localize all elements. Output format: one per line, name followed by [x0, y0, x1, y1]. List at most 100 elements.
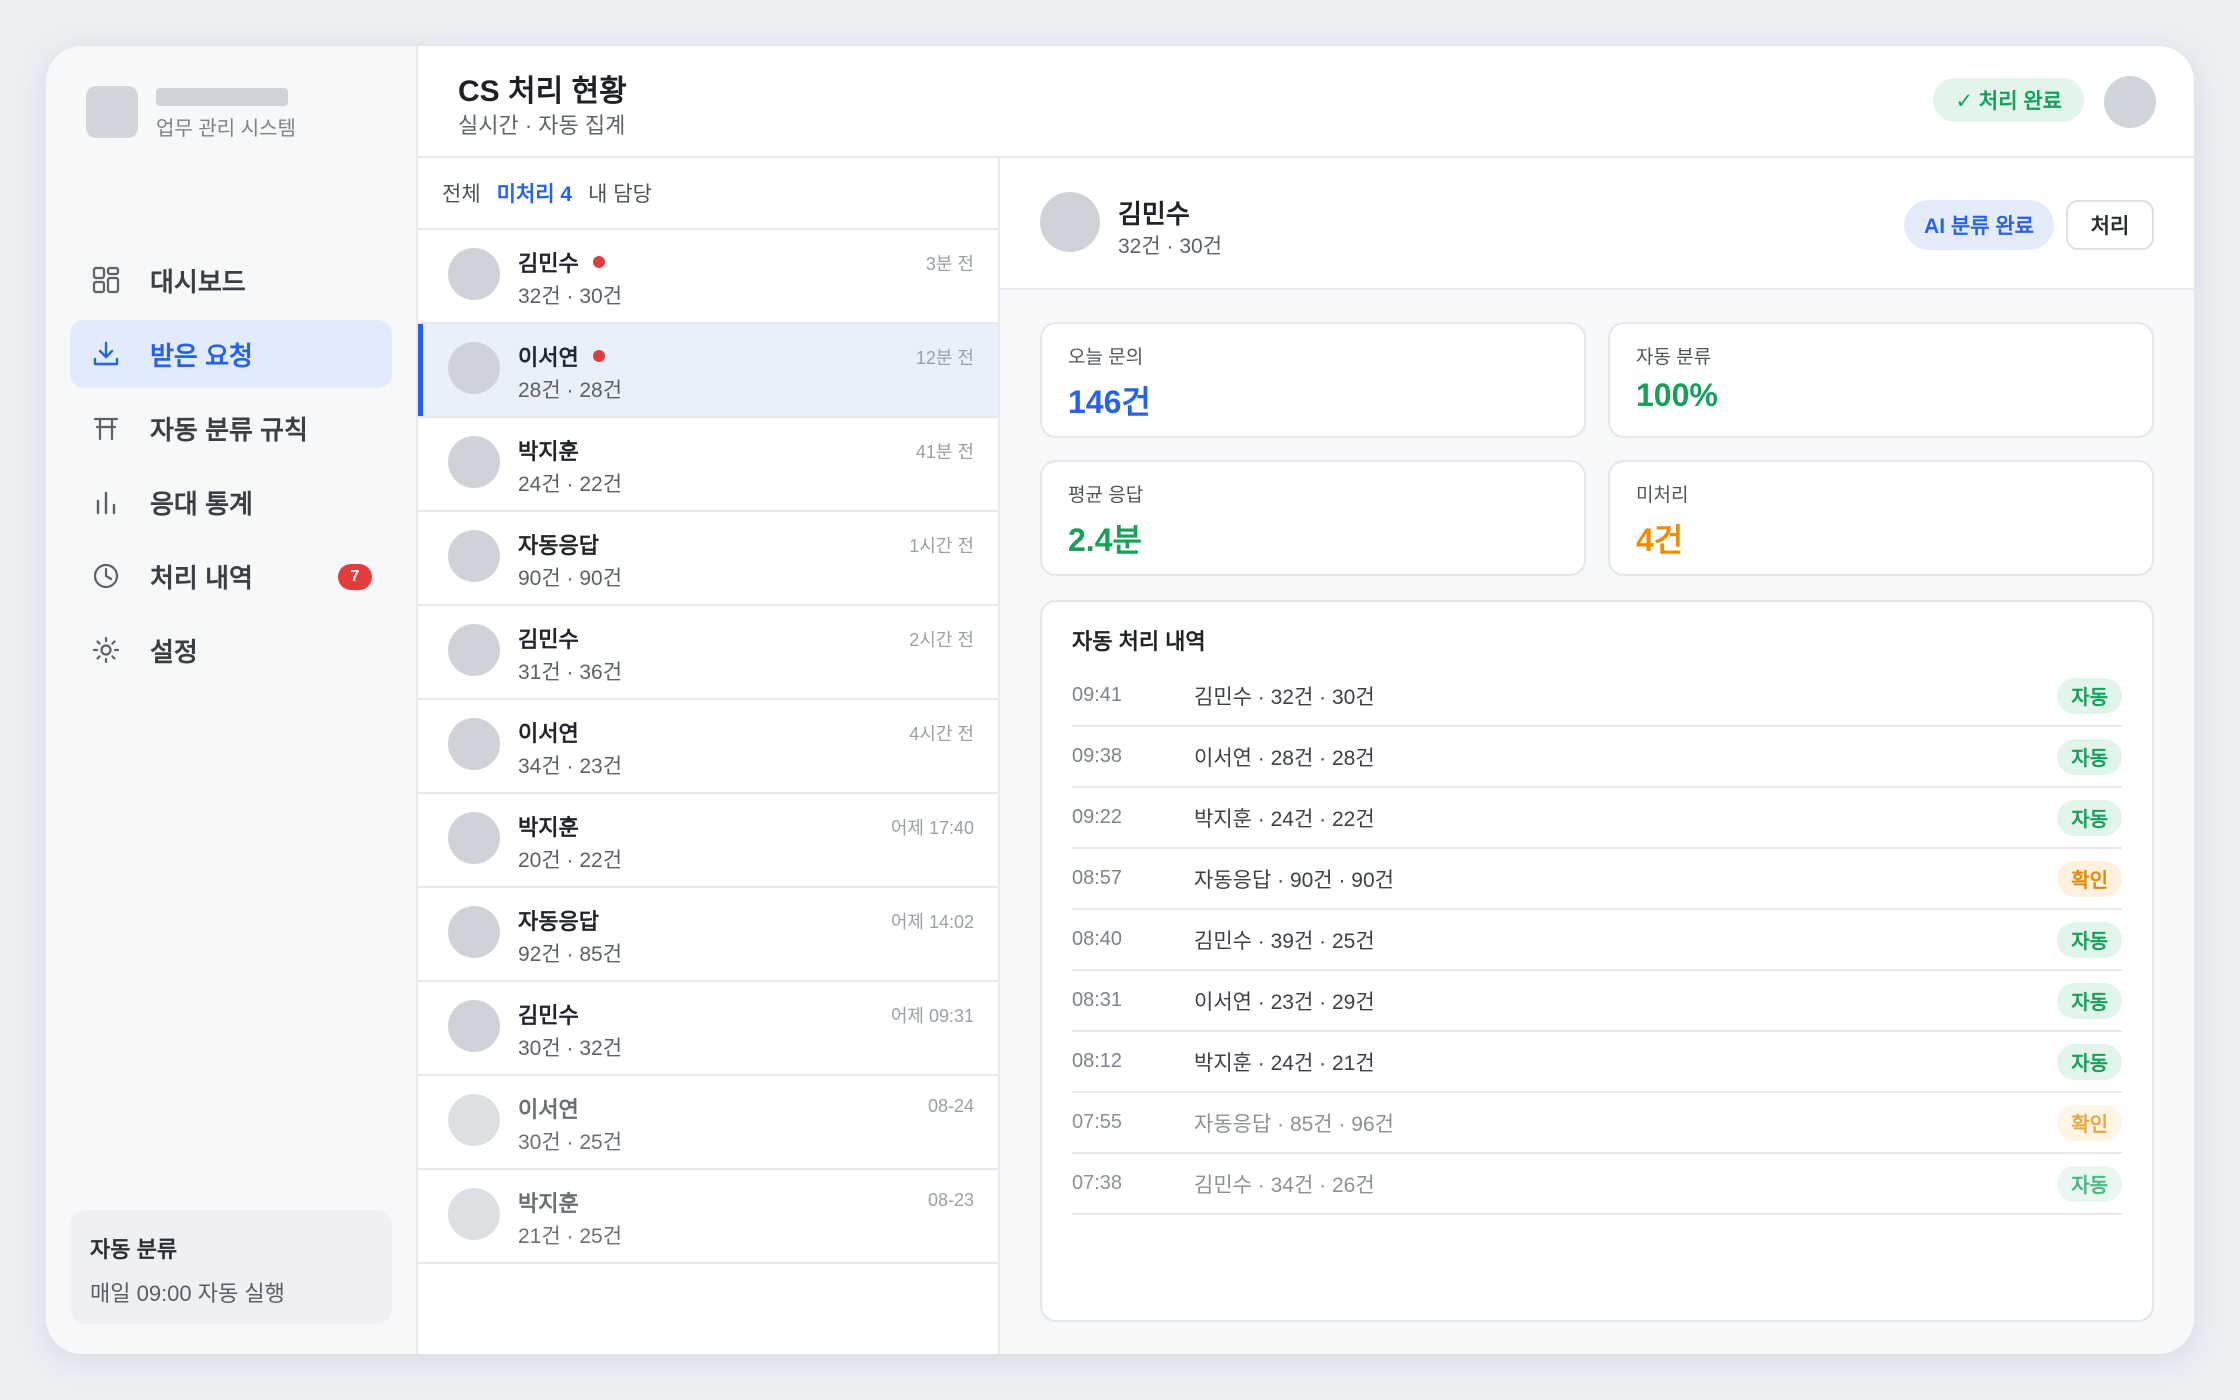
sidebar-item-history[interactable]: 처리 내역 7 — [70, 542, 392, 610]
list-item-meta: 24건 · 22건 — [518, 473, 623, 496]
rules-table-icon — [90, 412, 122, 444]
sidebar-item-label: 자동 분류 규칙 — [150, 414, 308, 445]
log-text: 김민수 · 34건 · 26건 — [1194, 1173, 1375, 1197]
sidebar-nav: 대시보드 받은 요청 자동 분류 규칙 응대 통계 처리 내역 7 설정 — [70, 246, 392, 690]
avatar — [448, 718, 500, 770]
filter-tab-mine[interactable]: 내 담당 — [588, 178, 652, 208]
log-text: 김민수 · 39건 · 25건 — [1194, 929, 1375, 953]
list-item[interactable]: 박지훈 21건 · 25건 08-23 — [418, 1170, 998, 1264]
log-text: 이서연 · 23건 · 29건 — [1194, 990, 1375, 1014]
stat-card-avg-response: 평균 응답 2.4분 — [1040, 460, 1586, 576]
list-item-name: 박지훈 — [518, 815, 579, 840]
history-count-badge: 7 — [338, 564, 372, 590]
stat-value: 100% — [1636, 377, 1718, 413]
log-row: 07:55 자동응답 · 85건 · 96건 확인 — [1072, 1093, 2122, 1154]
list-item-name-wrap: 이서연 — [518, 340, 605, 372]
log-text: 박지훈 · 24건 · 22건 — [1194, 807, 1375, 831]
filter-tab-unprocessed[interactable]: 미처리 4 — [497, 178, 572, 208]
log-row: 07:38 김민수 · 34건 · 26건 자동 — [1072, 1154, 2122, 1215]
list-item-meta: 31건 · 36건 — [518, 661, 623, 684]
stat-label: 자동 분류 — [1636, 347, 1712, 368]
status-badge: ✓ 처리 완료 — [1933, 78, 2084, 122]
log-time: 07:38 — [1072, 1172, 1123, 1194]
list-item-time: 08-23 — [927, 1190, 974, 1210]
avatar — [448, 248, 500, 300]
list-item-name: 박지훈 — [518, 1191, 579, 1216]
list-item-name-wrap: 박지훈 — [518, 434, 579, 466]
list-item-time: 08-24 — [927, 1096, 974, 1116]
sidebar-item-stats[interactable]: 응대 통계 — [70, 468, 392, 536]
list-item-time: 2시간 전 — [909, 630, 974, 650]
filter-tabs: 전체 미처리 4 내 담당 — [418, 158, 998, 230]
process-button[interactable]: 처리 — [2066, 200, 2154, 250]
list-item-name: 김민수 — [518, 1003, 579, 1028]
list-item-meta: 32건 · 30건 — [518, 285, 623, 308]
stats-grid: 오늘 문의 146건 자동 분류 100% 평균 응답 2.4분 미처리 4건 — [1000, 290, 2194, 576]
list-item-name-wrap: 박지훈 — [518, 810, 579, 842]
list-item-meta: 30건 · 32건 — [518, 1037, 623, 1060]
list-item[interactable]: 이서연 30건 · 25건 08-24 — [418, 1076, 998, 1170]
ai-classified-badge: AI 분류 완료 — [1904, 200, 2054, 250]
list-item[interactable]: 박지훈 20건 · 22건 어제 17:40 — [418, 794, 998, 888]
stat-value: 146건 — [1068, 384, 1151, 420]
log-row: 08:40 김민수 · 39건 · 25건 자동 — [1072, 910, 2122, 971]
filter-tab-all[interactable]: 전체 — [442, 178, 481, 208]
log-text: 자동응답 · 90건 · 90건 — [1194, 868, 1394, 892]
customer-name: 김민수 — [1118, 199, 1190, 229]
list-item[interactable]: 자동응답 90건 · 90건 1시간 전 — [418, 512, 998, 606]
list-item[interactable]: 이서연 28건 · 28건 12분 전 — [418, 324, 998, 418]
sidebar-item-settings[interactable]: 설정 — [70, 616, 392, 684]
log-status-tag: 자동 — [2057, 799, 2122, 836]
list-item-name-wrap: 자동응답 — [518, 528, 599, 560]
inbox-download-icon — [90, 338, 122, 370]
sidebar-item-label: 처리 내역 — [150, 562, 253, 593]
brand: 업무 관리 시스템 — [86, 86, 296, 141]
list-item-name-wrap: 이서연 — [518, 716, 579, 748]
detail-panel: 김민수 32건 · 30건 AI 분류 완료 처리 오늘 문의 146건 자동 … — [1000, 158, 2194, 1354]
gear-icon — [90, 634, 122, 666]
avatar — [448, 342, 500, 394]
list-item-name-wrap: 김민수 — [518, 246, 605, 278]
list-item[interactable]: 박지훈 24건 · 22건 41분 전 — [418, 418, 998, 512]
log-time: 08:40 — [1072, 928, 1123, 950]
log-time: 08:12 — [1072, 1050, 1123, 1072]
brand-name-placeholder — [156, 88, 288, 106]
log-time: 08:57 — [1072, 867, 1123, 889]
sidebar: 업무 관리 시스템 대시보드 받은 요청 자동 분류 규칙 응대 통계 처리 내… — [46, 46, 418, 1354]
sidebar-item-rules[interactable]: 자동 분류 규칙 — [70, 394, 392, 462]
log-status-tag: 확인 — [2057, 1104, 2122, 1141]
content-area: 전체 미처리 4 내 담당 김민수 32건 · 30건 3분 전 이서연 28건 · 2… — [418, 158, 2194, 1354]
list-item-name-wrap: 이서연 — [518, 1092, 579, 1124]
stat-value: 2.4분 — [1068, 522, 1142, 558]
sidebar-item-dashboard[interactable]: 대시보드 — [70, 246, 392, 314]
user-avatar[interactable] — [2104, 76, 2156, 128]
avatar — [448, 1094, 500, 1146]
list-item[interactable]: 자동응답 92건 · 85건 어제 14:02 — [418, 888, 998, 982]
avatar — [448, 812, 500, 864]
list-item-name: 김민수 — [518, 251, 579, 276]
list-item-name: 이서연 — [518, 721, 579, 746]
auto-log-list: 09:41 김민수 · 32건 · 30건 자동 09:38 이서연 · 28건 · 2… — [1072, 666, 2122, 1215]
list-item[interactable]: 김민수 31건 · 36건 2시간 전 — [418, 606, 998, 700]
dashboard-icon — [90, 264, 122, 296]
sidebar-item-label: 설정 — [150, 636, 198, 667]
sidebar-item-label: 받은 요청 — [150, 340, 253, 371]
list-item-meta: 21건 · 25건 — [518, 1225, 623, 1248]
sidebar-item-label: 응대 통계 — [150, 488, 253, 519]
avatar — [448, 1000, 500, 1052]
list-item-name: 자동응답 — [518, 909, 599, 934]
log-status-tag: 확인 — [2057, 860, 2122, 897]
customer-avatar — [1040, 192, 1100, 252]
list-item-name-wrap: 자동응답 — [518, 904, 599, 936]
sidebar-item-inbox[interactable]: 받은 요청 — [70, 320, 392, 388]
main-area: CS 처리 현황 실시간 · 자동 집계 ✓ 처리 완료 전체 미처리 4 내 … — [418, 46, 2194, 1354]
stat-card-unprocessed: 미처리 4건 — [1608, 460, 2154, 576]
list-item[interactable]: 이서연 34건 · 23건 4시간 전 — [418, 700, 998, 794]
list-item[interactable]: 김민수 32건 · 30건 3분 전 — [418, 230, 998, 324]
log-time: 09:41 — [1072, 684, 1123, 706]
avatar — [448, 1188, 500, 1240]
auto-log-title: 자동 처리 내역 — [1072, 629, 1206, 654]
log-time: 09:22 — [1072, 806, 1123, 828]
list-item[interactable]: 김민수 30건 · 32건 어제 09:31 — [418, 982, 998, 1076]
list-item-time: 41분 전 — [915, 442, 974, 462]
